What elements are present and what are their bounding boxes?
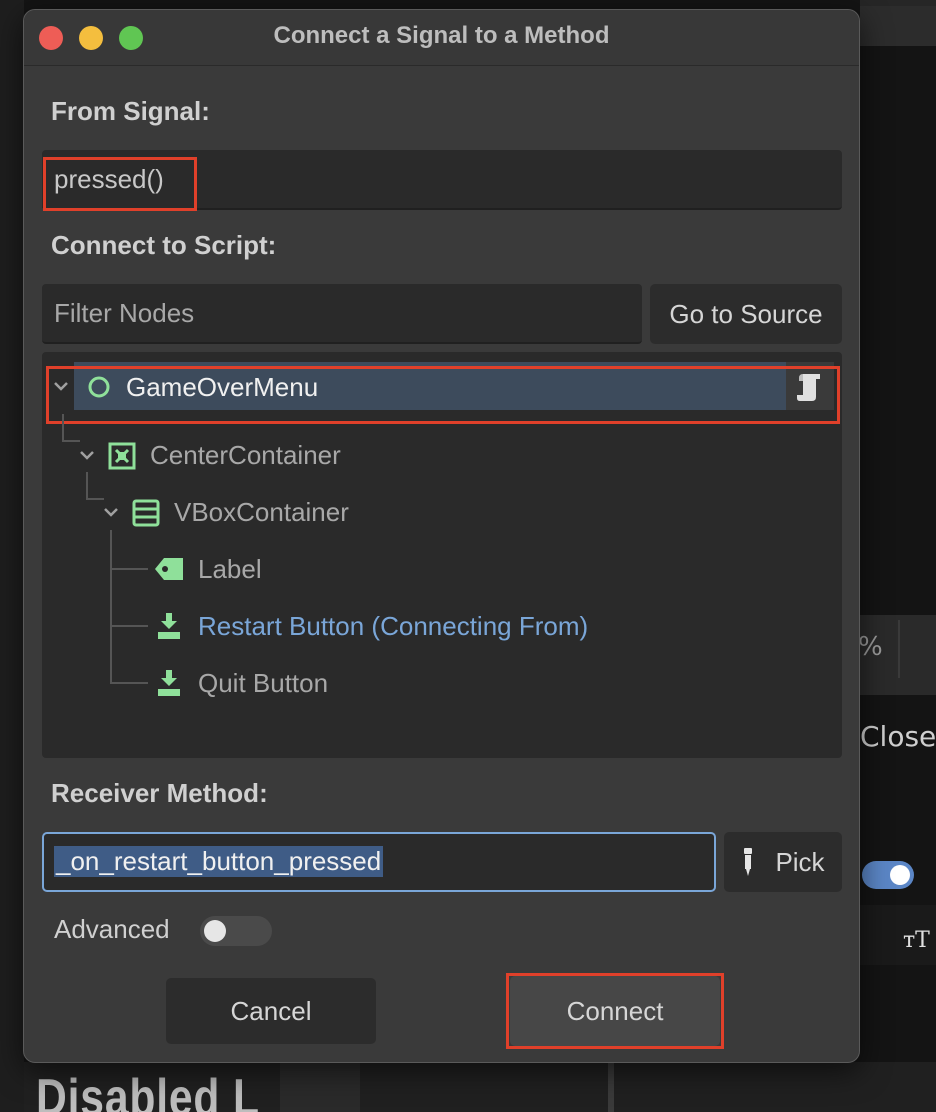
go-to-source-button[interactable]: Go to Source [650,284,842,344]
center-container-icon [108,442,136,470]
zoom-percent-text: % [858,632,883,662]
chevron-down-icon[interactable] [102,503,120,521]
connect-signal-dialog: Connect a Signal to a Method From Signal… [23,9,860,1063]
receiver-method-value: _on_restart_button_pressed [54,846,384,877]
tree-item-label: Label [198,554,262,584]
editor-close-button[interactable]: Close [860,720,936,753]
tree-item-quit-button[interactable]: Quit Button [42,658,842,708]
tree-item-label: Restart Button (Connecting From) [198,611,589,641]
cancel-button[interactable]: Cancel [166,978,376,1044]
toolbar-separator [898,620,900,678]
filter-nodes-input[interactable] [42,284,642,344]
tree-item-label: VBoxContainer [174,497,349,527]
label-tag-icon [155,558,183,580]
tree-item-label-node[interactable]: Label [42,544,842,594]
tree-highlight-box [46,366,840,424]
signal-highlight-box [43,157,197,211]
advanced-toggle[interactable] [200,916,272,946]
receiver-method-input[interactable]: _on_restart_button_pressed [42,832,716,892]
tree-item-label: Quit Button [198,668,329,698]
connect-to-script-label: Connect to Script: [51,230,277,260]
editor-top-strip [860,0,936,46]
tree-item-centercontainer[interactable]: CenterContainer [42,430,842,480]
pick-label: Pick [775,846,825,877]
tree-item-restart-button[interactable]: Restart Button (Connecting From) [42,601,842,651]
button-icon [158,670,180,696]
scene-tree: GameOverMenu CenterContainer VBoxContain… [42,352,842,758]
tree-item-label: CenterContainer [150,440,341,470]
button-icon [158,613,180,639]
tree-item-vboxcontainer[interactable]: VBoxContainer [42,487,842,537]
from-signal-label: From Signal: [51,96,210,126]
eyedropper-icon [744,848,753,876]
receiver-method-label: Receiver Method: [51,778,268,808]
advanced-label: Advanced [54,914,170,944]
editor-disabled-label: Disabled L [36,1069,260,1112]
text-size-icon[interactable]: тT [903,928,930,953]
connect-highlight-box [506,973,724,1049]
editor-toggle-switch[interactable] [862,861,914,889]
chevron-down-icon[interactable] [78,446,96,464]
dialog-titlebar: Connect a Signal to a Method [24,10,859,66]
pick-button[interactable]: Pick [724,832,842,892]
editor-left-panel [0,0,24,1112]
vbox-container-icon [132,499,160,527]
dialog-title: Connect a Signal to a Method [273,22,610,49]
